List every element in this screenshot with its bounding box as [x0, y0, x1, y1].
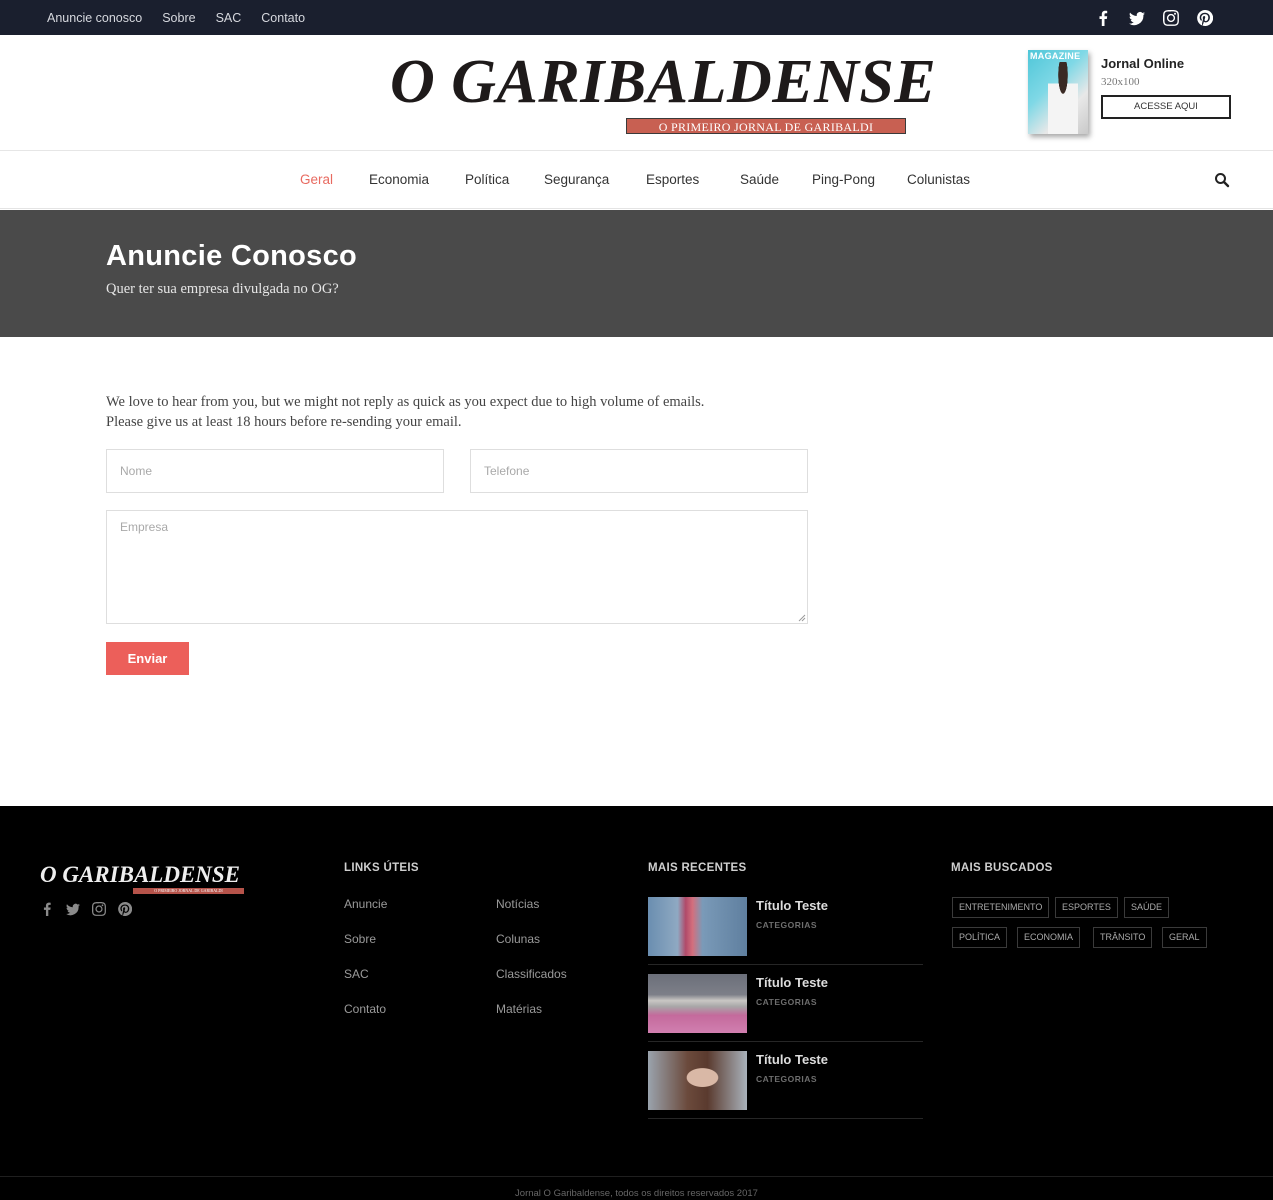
- enviar-button[interactable]: Enviar: [106, 642, 189, 675]
- nome-input[interactable]: [106, 449, 444, 493]
- nav-item-ping-pong[interactable]: Ping-Pong: [812, 152, 875, 209]
- recent-post[interactable]: Título Teste CATEGORIAS: [648, 897, 923, 965]
- logo-name: O GARIBALDENSE: [390, 48, 937, 116]
- facebook-icon[interactable]: [40, 902, 54, 916]
- main-nav: Geral Economia Política Segurança Esport…: [0, 152, 1273, 209]
- magazine-label: MAGAZINE: [1030, 51, 1081, 61]
- site-footer: O GARIBALDENSE O PRIMEIRO JORNAL DE GARI…: [0, 806, 1273, 1200]
- nav-item-economia[interactable]: Economia: [369, 152, 429, 209]
- footer-logo[interactable]: O GARIBALDENSE O PRIMEIRO JORNAL DE GARI…: [40, 862, 244, 894]
- footer-logo-tagline: O PRIMEIRO JORNAL DE GARIBALDI: [133, 888, 244, 894]
- nav-item-esportes[interactable]: Esportes: [646, 152, 699, 209]
- nav-item-politica[interactable]: Política: [465, 152, 509, 209]
- copyright: Jornal O Garibaldense, todos os direitos…: [0, 1176, 1273, 1200]
- facebook-icon[interactable]: [1095, 10, 1111, 26]
- post-thumbnail[interactable]: [648, 897, 747, 956]
- access-button[interactable]: ACESSE AQUI: [1101, 95, 1231, 119]
- top-bar: Anuncie conosco Sobre SAC Contato: [0, 0, 1273, 35]
- footer-link-noticias[interactable]: Notícias: [496, 897, 539, 911]
- magazine-model-figure: [1048, 62, 1078, 134]
- top-social: [1095, 0, 1213, 35]
- post-category: CATEGORIAS: [756, 997, 818, 1007]
- intro-line-1: We love to hear from you, but we might n…: [106, 394, 705, 410]
- recent-post[interactable]: Título Teste CATEGORIAS: [648, 974, 923, 1042]
- resize-grip-icon[interactable]: [798, 614, 806, 622]
- recent-heading: MAIS RECENTES: [648, 862, 747, 874]
- footer-link-colunas[interactable]: Colunas: [496, 932, 540, 946]
- footer-link-anuncie[interactable]: Anuncie: [344, 897, 387, 911]
- top-link-sac[interactable]: SAC: [216, 11, 242, 25]
- post-title[interactable]: Título Teste: [756, 975, 828, 990]
- footer-link-sac[interactable]: SAC: [344, 967, 369, 981]
- telefone-input[interactable]: [470, 449, 808, 493]
- twitter-icon[interactable]: [1129, 10, 1145, 26]
- form-intro: We love to hear from you, but we might n…: [106, 392, 806, 432]
- site-header: O GARIBALDENSE O PRIMEIRO JORNAL DE GARI…: [0, 35, 1273, 151]
- intro-line-2: Please give us at least 18 hours before …: [106, 414, 462, 430]
- pinterest-icon[interactable]: [1197, 9, 1213, 26]
- online-journal-promo: Jornal Online 320x100 ACESSE AQUI: [1101, 56, 1231, 119]
- tag-entretenimento[interactable]: ENTRETENIMENTO: [952, 897, 1050, 918]
- empresa-textarea[interactable]: [106, 510, 808, 624]
- magazine-cover-image[interactable]: MAGAZINE: [1028, 50, 1088, 134]
- footer-link-sobre[interactable]: Sobre: [344, 932, 376, 946]
- twitter-icon[interactable]: [66, 902, 80, 916]
- top-link-anuncie[interactable]: Anuncie conosco: [47, 11, 142, 25]
- post-thumbnail[interactable]: [648, 1051, 747, 1110]
- promo-size: 320x100: [1101, 76, 1140, 88]
- post-title[interactable]: Título Teste: [756, 898, 828, 913]
- post-title[interactable]: Título Teste: [756, 1052, 828, 1067]
- tag-transito[interactable]: TRÂNSITO: [1093, 927, 1153, 948]
- footer-link-contato[interactable]: Contato: [344, 1002, 386, 1016]
- recent-post[interactable]: Título Teste CATEGORIAS: [648, 1051, 923, 1119]
- page-subtitle: Quer ter sua empresa divulgada no OG?: [106, 281, 339, 297]
- tag-politica[interactable]: POLÍTICA: [952, 927, 1008, 948]
- nav-item-geral[interactable]: Geral: [300, 152, 333, 209]
- logo-tagline: O PRIMEIRO JORNAL DE GARIBALDI: [626, 118, 906, 134]
- search-icon[interactable]: [1214, 172, 1230, 188]
- post-category: CATEGORIAS: [756, 920, 818, 930]
- tag-geral[interactable]: GERAL: [1162, 927, 1207, 948]
- pinterest-icon[interactable]: [118, 902, 132, 916]
- top-link-sobre[interactable]: Sobre: [162, 11, 195, 25]
- footer-social: [40, 902, 132, 916]
- tag-esportes[interactable]: ESPORTES: [1055, 897, 1118, 918]
- instagram-icon[interactable]: [92, 902, 106, 916]
- post-category: CATEGORIAS: [756, 1074, 818, 1084]
- page-title: Anuncie Conosco: [106, 240, 358, 272]
- tags-heading: MAIS BUSCADOS: [951, 862, 1053, 874]
- post-thumbnail[interactable]: [648, 974, 747, 1033]
- top-link-contato[interactable]: Contato: [261, 11, 305, 25]
- page-hero: Anuncie Conosco Quer ter sua empresa div…: [0, 210, 1273, 337]
- footer-logo-name: O GARIBALDENSE: [40, 862, 241, 887]
- tag-saude[interactable]: SAÚDE: [1124, 897, 1170, 918]
- nav-item-saude[interactable]: Saúde: [740, 152, 779, 209]
- instagram-icon[interactable]: [1163, 9, 1179, 26]
- nav-item-seguranca[interactable]: Segurança: [544, 152, 609, 209]
- site-logo[interactable]: O GARIBALDENSE O PRIMEIRO JORNAL DE GARI…: [390, 47, 937, 137]
- nav-item-colunistas[interactable]: Colunistas: [907, 152, 970, 209]
- footer-link-classificados[interactable]: Classificados: [496, 967, 567, 981]
- promo-title: Jornal Online: [1101, 56, 1185, 71]
- links-heading: LINKS ÚTEIS: [344, 862, 419, 874]
- tag-economia[interactable]: ECONOMIA: [1017, 927, 1081, 948]
- footer-link-materias[interactable]: Matérias: [496, 1002, 542, 1016]
- top-links: Anuncie conosco Sobre SAC Contato: [47, 0, 305, 35]
